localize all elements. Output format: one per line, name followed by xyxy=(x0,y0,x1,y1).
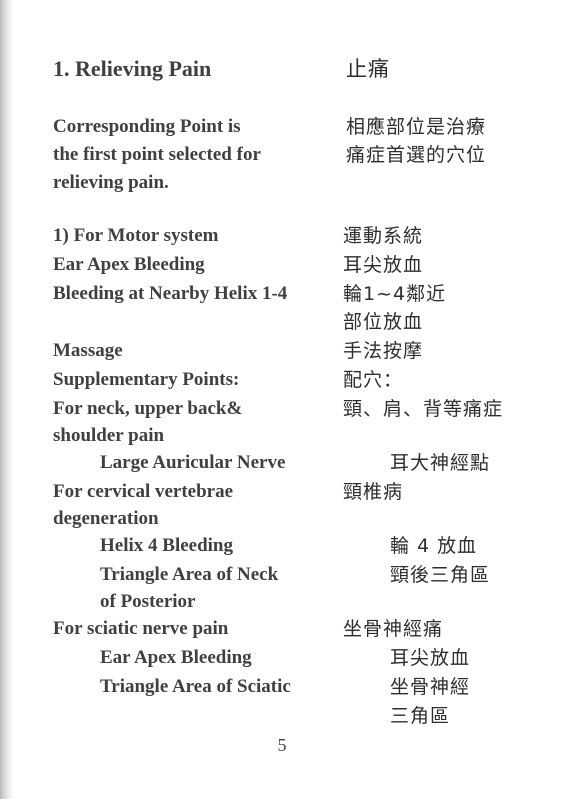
sciatic-zh: 坐骨神經痛 xyxy=(343,618,444,640)
helix-4-bleeding-zh: 輪 4 放血 xyxy=(390,535,478,557)
massage-zh: 手法按摩 xyxy=(343,340,424,362)
page-number: 5 xyxy=(277,735,287,755)
nearby-helix-zh-1: 輪1~4鄰近 xyxy=(343,283,447,305)
neck-pain-zh: 頸、肩、背等痛症 xyxy=(343,398,504,420)
book-page: 1. Relieving Pain 止痛 Corresponding Point… xyxy=(0,0,567,799)
triangle-sciatic-zh-1: 坐骨神經 xyxy=(390,676,471,698)
sciatic-apex-en: Ear Apex Bleeding xyxy=(100,647,252,668)
triangle-neck-zh: 頸後三角區 xyxy=(390,564,491,586)
triangle-neck-en-2: of Posterior xyxy=(100,591,196,612)
ear-apex-zh: 耳尖放血 xyxy=(343,254,424,276)
supplementary-en: Supplementary Points: xyxy=(53,369,240,390)
nearby-helix-zh-2: 部位放血 xyxy=(343,311,424,333)
intro-line-1-zh: 相應部位是治療 xyxy=(346,116,487,138)
intro-line-2-zh: 痛症首選的穴位 xyxy=(346,144,487,166)
helix-4-bleeding-en: Helix 4 Bleeding xyxy=(100,535,233,556)
cervical-zh: 頸椎病 xyxy=(343,481,404,503)
triangle-sciatic-zh-2: 三角區 xyxy=(390,705,451,727)
intro-line-1-en: Corresponding Point is xyxy=(53,116,241,137)
motor-heading-en: 1) For Motor system xyxy=(53,225,219,246)
ear-apex-en: Ear Apex Bleeding xyxy=(53,254,205,275)
cervical-en-1: For cervical vertebrae xyxy=(53,481,234,502)
sciatic-apex-zh: 耳尖放血 xyxy=(390,647,471,669)
neck-pain-en-1: For neck, upper back& xyxy=(53,398,243,419)
nearby-helix-en: Bleeding at Nearby Helix 1-4 xyxy=(53,283,288,304)
page-spine-shadow xyxy=(0,0,14,799)
section-title-zh: 止痛 xyxy=(346,57,390,81)
large-auricular-nerve-zh: 耳大神經點 xyxy=(390,452,491,474)
triangle-sciatic-en: Triangle Area of Sciatic xyxy=(100,676,291,697)
triangle-neck-en-1: Triangle Area of Neck xyxy=(100,564,279,585)
section-title-en: 1. Relieving Pain xyxy=(53,56,212,81)
intro-line-2-en: the first point selected for xyxy=(53,144,261,165)
cervical-en-2: degeneration xyxy=(53,508,159,529)
large-auricular-nerve-en: Large Auricular Nerve xyxy=(100,452,286,473)
motor-heading-zh: 運動系統 xyxy=(343,225,424,247)
sciatic-en: For sciatic nerve pain xyxy=(53,618,229,639)
neck-pain-en-2: shoulder pain xyxy=(53,425,165,446)
intro-line-3-en: relieving pain. xyxy=(53,172,169,193)
massage-en: Massage xyxy=(53,340,123,361)
supplementary-zh: 配穴： xyxy=(343,369,404,391)
